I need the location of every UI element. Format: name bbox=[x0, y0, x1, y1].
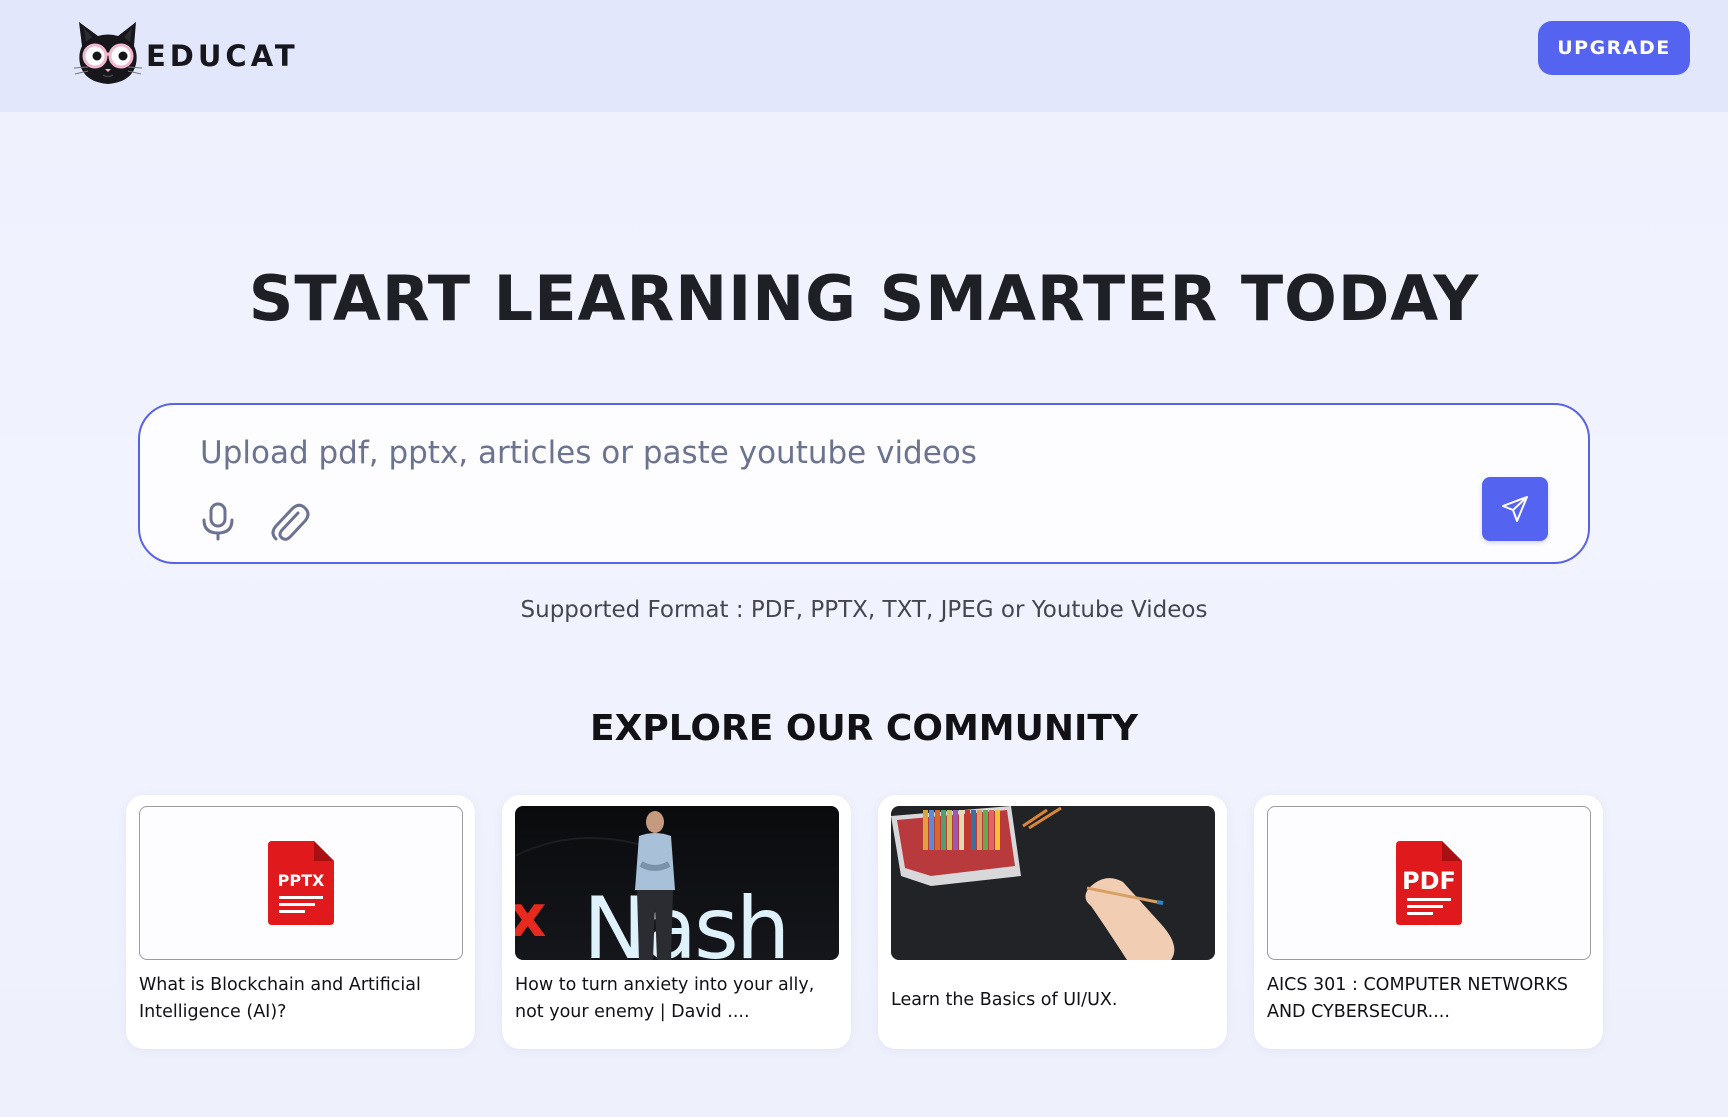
send-button[interactable] bbox=[1482, 477, 1548, 541]
community-card[interactable]: Learn the Basics of UI/UX. bbox=[878, 795, 1227, 1049]
pencils-photo bbox=[891, 806, 1215, 960]
community-card[interactable]: PPTX What is Blockchain and Artificial I… bbox=[126, 795, 475, 1049]
supported-formats-text: Supported Format : PDF, PPTX, TXT, JPEG … bbox=[520, 597, 1208, 623]
card-thumbnail bbox=[891, 806, 1215, 960]
top-header: EDUCAT UPGRADE bbox=[0, 0, 1728, 112]
svg-text:x: x bbox=[515, 882, 546, 950]
brand-logo[interactable]: EDUCAT bbox=[72, 20, 299, 92]
brand-name: EDUCAT bbox=[146, 39, 299, 73]
upload-panel bbox=[138, 403, 1590, 564]
community-section-title: EXPLORE OUR COMMUNITY bbox=[590, 708, 1138, 749]
card-title: What is Blockchain and Artificial Intell… bbox=[139, 975, 421, 1022]
file-type-label: PPTX bbox=[278, 871, 325, 890]
upgrade-button[interactable]: UPGRADE bbox=[1538, 21, 1690, 75]
card-title: How to turn anxiety into your ally, not … bbox=[515, 975, 815, 1022]
send-icon bbox=[1502, 496, 1528, 522]
upload-input[interactable] bbox=[200, 431, 1400, 475]
microphone-icon[interactable] bbox=[200, 501, 236, 541]
pptx-file-icon: PPTX bbox=[268, 841, 334, 925]
community-card[interactable]: PDF AICS 301 : COMPUTER NETWORKS AND CYB… bbox=[1254, 795, 1603, 1049]
card-thumbnail: PDF bbox=[1267, 806, 1591, 960]
card-thumbnail: x Nash bbox=[515, 806, 839, 960]
talk-photo: x Nash bbox=[515, 806, 839, 960]
card-title: Learn the Basics of UI/UX. bbox=[891, 990, 1118, 1010]
svg-text:Nash: Nash bbox=[583, 879, 787, 960]
card-title: AICS 301 : COMPUTER NETWORKS AND CYBERSE… bbox=[1267, 975, 1569, 1022]
page-title: START LEARNING SMARTER TODAY bbox=[248, 262, 1480, 335]
card-thumbnail: PPTX bbox=[139, 806, 463, 960]
file-type-label: PDF bbox=[1402, 867, 1456, 895]
pdf-file-icon: PDF bbox=[1396, 841, 1462, 925]
community-card[interactable]: x Nash How to turn anxiety into your all… bbox=[502, 795, 851, 1049]
cat-logo-icon bbox=[73, 22, 143, 84]
paperclip-icon[interactable] bbox=[268, 499, 310, 543]
